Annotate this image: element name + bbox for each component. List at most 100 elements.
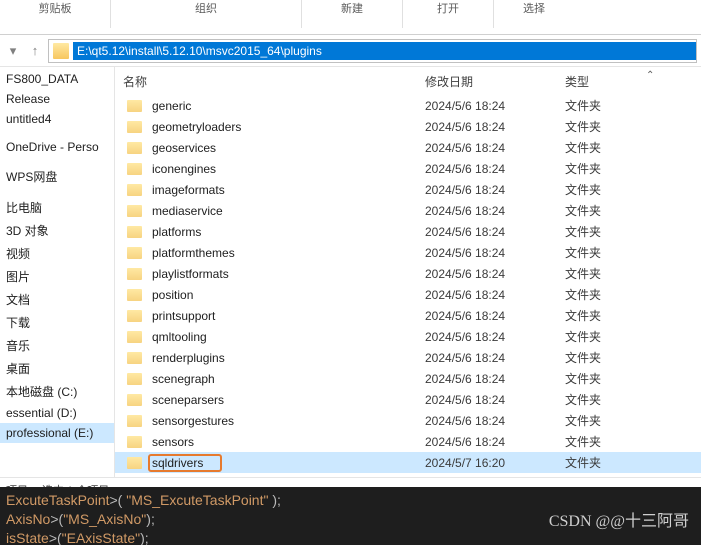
up-button-icon[interactable]: ↑ xyxy=(26,42,44,60)
cell-date: 2024/5/6 18:24 xyxy=(425,351,565,365)
ribbon-group-new[interactable]: 新建 xyxy=(302,0,402,18)
list-header: 名称⌃ 修改日期 类型 xyxy=(115,67,701,95)
table-row[interactable]: sqldrivers2024/5/7 16:20文件夹 xyxy=(115,452,701,473)
folder-icon xyxy=(127,100,142,112)
cell-type: 文件夹 xyxy=(565,412,645,429)
history-dropdown-icon[interactable]: ▾ xyxy=(4,42,22,60)
tree-item[interactable]: 桌面 xyxy=(0,357,114,380)
nav-tree[interactable]: FS800_DATAReleaseuntitled4 OneDrive - Per… xyxy=(0,67,115,477)
cell-type: 文件夹 xyxy=(565,97,645,114)
cell-type: 文件夹 xyxy=(565,286,645,303)
table-row[interactable]: generic2024/5/6 18:24文件夹 xyxy=(115,95,701,116)
cell-type: 文件夹 xyxy=(565,139,645,156)
table-row[interactable]: iconengines2024/5/6 18:24文件夹 xyxy=(115,158,701,179)
tree-item[interactable]: Release xyxy=(0,89,114,109)
folder-icon xyxy=(127,436,142,448)
tree-item[interactable]: WPS网盘 xyxy=(0,165,114,188)
folder-icon xyxy=(127,121,142,133)
list-body[interactable]: generic2024/5/6 18:24文件夹geometryloaders2… xyxy=(115,95,701,477)
tree-item[interactable]: essential (D:) xyxy=(0,403,114,423)
folder-icon xyxy=(53,43,69,59)
cell-name: scenegraph xyxy=(152,372,425,386)
tree-item[interactable]: 音乐 xyxy=(0,334,114,357)
cell-date: 2024/5/6 18:24 xyxy=(425,120,565,134)
cell-date: 2024/5/6 18:24 xyxy=(425,288,565,302)
folder-icon xyxy=(127,415,142,427)
cell-type: 文件夹 xyxy=(565,328,645,345)
folder-icon xyxy=(127,373,142,385)
cell-type: 文件夹 xyxy=(565,454,645,471)
ribbon-group-organize[interactable]: 组织 xyxy=(111,0,301,18)
address-bar[interactable]: E:\qt5.12\install\5.12.10\msvc2015_64\pl… xyxy=(48,39,697,63)
table-row[interactable]: playlistformats2024/5/6 18:24文件夹 xyxy=(115,263,701,284)
ribbon-group-clipboard[interactable]: 剪贴板 xyxy=(0,0,110,18)
tree-item[interactable]: 本地磁盘 (C:) xyxy=(0,380,114,403)
table-row[interactable]: geoservices2024/5/6 18:24文件夹 xyxy=(115,137,701,158)
table-row[interactable]: sensors2024/5/6 18:24文件夹 xyxy=(115,431,701,452)
folder-icon xyxy=(127,226,142,238)
cell-date: 2024/5/6 18:24 xyxy=(425,372,565,386)
table-row[interactable]: printsupport2024/5/6 18:24文件夹 xyxy=(115,305,701,326)
tree-item[interactable]: untitled4 xyxy=(0,109,114,129)
table-row[interactable]: sceneparsers2024/5/6 18:24文件夹 xyxy=(115,389,701,410)
tree-item[interactable]: 下载 xyxy=(0,311,114,334)
tree-item[interactable]: 文档 xyxy=(0,288,114,311)
cell-type: 文件夹 xyxy=(565,244,645,261)
file-list: 名称⌃ 修改日期 类型 generic2024/5/6 18:24文件夹geom… xyxy=(115,67,701,477)
tree-item[interactable]: 3D 对象 xyxy=(0,219,114,242)
cell-name: printsupport xyxy=(152,309,425,323)
table-row[interactable]: qmltooling2024/5/6 18:24文件夹 xyxy=(115,326,701,347)
cell-date: 2024/5/6 18:24 xyxy=(425,330,565,344)
table-row[interactable]: renderplugins2024/5/6 18:24文件夹 xyxy=(115,347,701,368)
ribbon: 剪贴板 组织 新建 打开 选择 xyxy=(0,0,701,35)
table-row[interactable]: mediaservice2024/5/6 18:24文件夹 xyxy=(115,200,701,221)
column-header-date[interactable]: 修改日期 xyxy=(425,73,565,90)
column-header-type[interactable]: 类型 xyxy=(565,73,645,90)
cell-name: sensorgestures xyxy=(152,414,425,428)
cell-type: 文件夹 xyxy=(565,370,645,387)
ribbon-group-select[interactable]: 选择 xyxy=(494,0,574,18)
cell-name: sensors xyxy=(152,435,425,449)
folder-icon xyxy=(127,205,142,217)
table-row[interactable]: sensorgestures2024/5/6 18:24文件夹 xyxy=(115,410,701,431)
tree-item[interactable]: FS800_DATA xyxy=(0,69,114,89)
cell-type: 文件夹 xyxy=(565,265,645,282)
table-row[interactable]: geometryloaders2024/5/6 18:24文件夹 xyxy=(115,116,701,137)
tree-item[interactable]: OneDrive - Perso xyxy=(0,137,114,157)
cell-date: 2024/5/6 18:24 xyxy=(425,225,565,239)
cell-name: geoservices xyxy=(152,141,425,155)
cell-name: mediaservice xyxy=(152,204,425,218)
address-path[interactable]: E:\qt5.12\install\5.12.10\msvc2015_64\pl… xyxy=(73,42,696,60)
folder-icon xyxy=(127,457,142,469)
table-row[interactable]: imageformats2024/5/6 18:24文件夹 xyxy=(115,179,701,200)
table-row[interactable]: position2024/5/6 18:24文件夹 xyxy=(115,284,701,305)
cell-date: 2024/5/6 18:24 xyxy=(425,162,565,176)
folder-icon xyxy=(127,331,142,343)
cell-date: 2024/5/6 18:24 xyxy=(425,267,565,281)
tree-item[interactable]: 视频 xyxy=(0,242,114,265)
cell-name: geometryloaders xyxy=(152,120,425,134)
ribbon-group-open[interactable]: 打开 xyxy=(403,0,493,18)
main-area: FS800_DATAReleaseuntitled4 OneDrive - Per… xyxy=(0,67,701,477)
table-row[interactable]: scenegraph2024/5/6 18:24文件夹 xyxy=(115,368,701,389)
tree-item[interactable]: 比电脑 xyxy=(0,196,114,219)
cell-name: imageformats xyxy=(152,183,425,197)
folder-icon xyxy=(127,163,142,175)
watermark: CSDN @@十三阿哥 xyxy=(549,507,689,531)
folder-icon xyxy=(127,247,142,259)
table-row[interactable]: platformthemes2024/5/6 18:24文件夹 xyxy=(115,242,701,263)
tree-item[interactable]: 图片 xyxy=(0,265,114,288)
tree-item[interactable]: professional (E:) xyxy=(0,423,114,443)
cell-name: generic xyxy=(152,99,425,113)
cell-type: 文件夹 xyxy=(565,223,645,240)
cell-name: position xyxy=(152,288,425,302)
cell-name: platforms xyxy=(152,225,425,239)
folder-icon xyxy=(127,352,142,364)
folder-icon xyxy=(127,184,142,196)
cell-type: 文件夹 xyxy=(565,202,645,219)
folder-icon xyxy=(127,310,142,322)
column-header-name[interactable]: 名称⌃ xyxy=(115,73,425,90)
cell-date: 2024/5/6 18:24 xyxy=(425,435,565,449)
table-row[interactable]: platforms2024/5/6 18:24文件夹 xyxy=(115,221,701,242)
sort-caret-icon: ⌃ xyxy=(646,70,654,81)
